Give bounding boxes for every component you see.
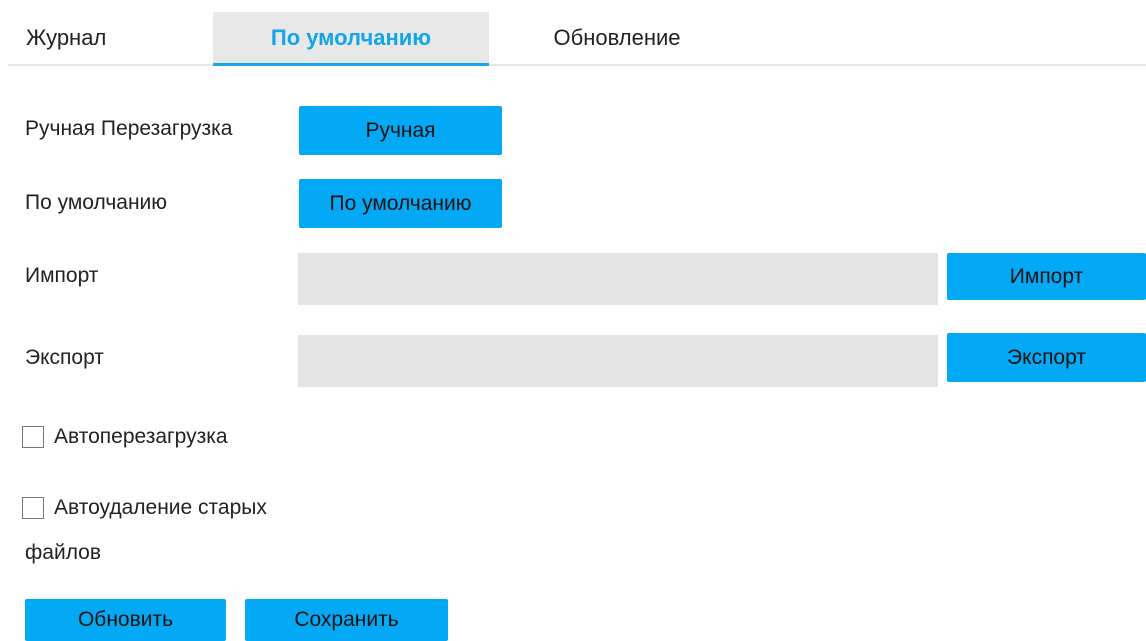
import-button[interactable]: Импорт xyxy=(947,253,1146,300)
auto-delete-label-line1: Автоудаление старых xyxy=(54,496,267,519)
default-button[interactable]: По умолчанию xyxy=(299,179,502,228)
auto-reboot-row: Автоперезагрузка xyxy=(22,425,228,449)
tab-default[interactable]: По умолчанию xyxy=(213,12,489,66)
manual-reboot-label: Ручная Перезагрузка xyxy=(25,117,233,140)
auto-reboot-checkbox[interactable] xyxy=(22,426,44,448)
tab-update[interactable]: Обновление xyxy=(489,12,745,64)
auto-delete-checkbox[interactable] xyxy=(22,497,44,519)
export-label: Экспорт xyxy=(25,346,104,369)
tab-bar: Журнал По умолчанию Обновление xyxy=(8,12,1146,66)
export-file-field[interactable] xyxy=(298,335,938,387)
refresh-button[interactable]: Обновить xyxy=(25,599,226,641)
export-button[interactable]: Экспорт xyxy=(947,333,1146,382)
tab-log[interactable]: Журнал xyxy=(8,12,136,64)
import-label: Импорт xyxy=(25,264,99,287)
auto-reboot-label: Автоперезагрузка xyxy=(54,425,228,448)
save-button[interactable]: Сохранить xyxy=(245,599,448,641)
default-label: По умолчанию xyxy=(25,191,168,214)
auto-delete-row: Автоудаление старых xyxy=(22,496,267,520)
import-file-field[interactable] xyxy=(298,253,938,305)
manual-reboot-button[interactable]: Ручная xyxy=(299,106,502,155)
auto-delete-label-line2: файлов xyxy=(25,541,102,564)
